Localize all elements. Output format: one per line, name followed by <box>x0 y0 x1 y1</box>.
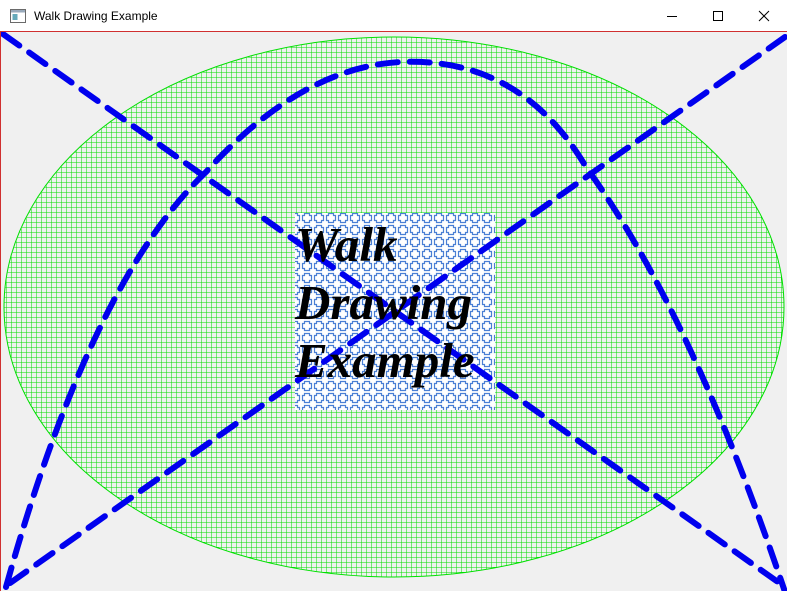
close-icon <box>758 10 770 21</box>
drawn-text-line-2: Drawing <box>295 275 473 330</box>
drawn-text-line-3: Example <box>295 333 475 388</box>
app-window-icon <box>10 8 26 24</box>
minimize-button[interactable] <box>649 0 695 31</box>
minimize-icon <box>667 15 677 17</box>
app-window: Walk Drawing Example Walk Drawing Exampl… <box>0 0 787 591</box>
caption-buttons <box>649 0 787 31</box>
drawn-text-block: Walk Drawing Example <box>295 216 495 390</box>
maximize-button[interactable] <box>695 0 741 31</box>
drawing-canvas[interactable]: Walk Drawing Example <box>0 31 787 591</box>
close-button[interactable] <box>741 0 787 31</box>
drawn-text-line-1: Walk <box>295 217 398 272</box>
title-bar[interactable]: Walk Drawing Example <box>0 0 787 31</box>
window-title: Walk Drawing Example <box>34 8 158 23</box>
maximize-icon <box>713 10 723 21</box>
